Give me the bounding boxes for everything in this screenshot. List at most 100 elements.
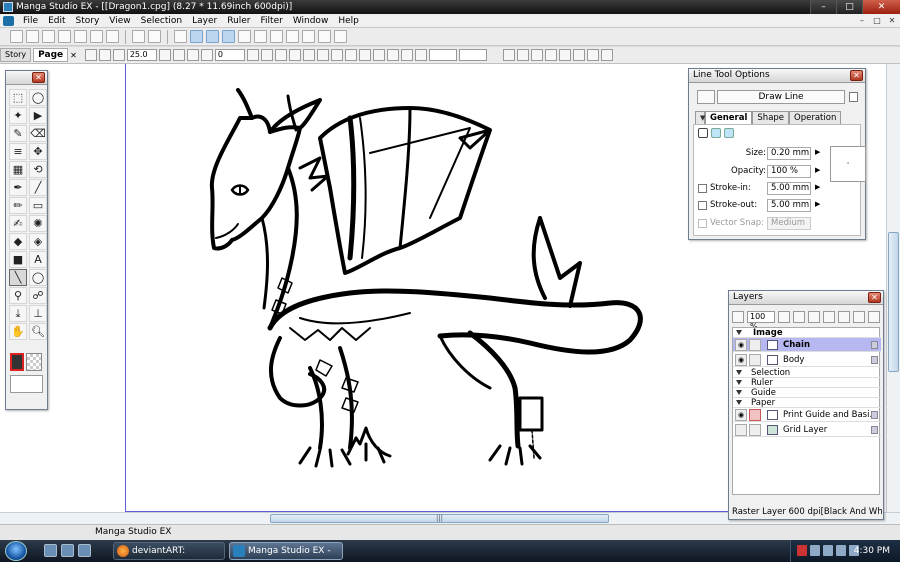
blank-field[interactable] — [428, 49, 457, 61]
view-mode-1-icon[interactable] — [190, 30, 203, 43]
grid-d-icon[interactable] — [586, 49, 599, 61]
layer-option-icon[interactable] — [871, 356, 878, 364]
fit-width-icon[interactable] — [288, 49, 301, 61]
tab-page-close-icon[interactable]: ✕ — [70, 51, 77, 60]
line-mode-select[interactable]: Draw Line — [717, 90, 845, 104]
zoom-value-field[interactable]: 25.0 — [126, 49, 157, 61]
zoom-out-icon[interactable] — [112, 49, 125, 61]
marker-tool-icon[interactable]: ╱ — [29, 179, 47, 196]
new-folder-icon[interactable] — [808, 310, 820, 323]
layers-close-icon[interactable]: ✕ — [868, 292, 881, 303]
tab-page[interactable]: Page — [33, 48, 69, 62]
menu-ruler[interactable]: Ruler — [222, 16, 255, 26]
brush-tool-icon[interactable]: ✍ — [9, 215, 27, 232]
media-player-icon[interactable] — [78, 544, 91, 557]
vector-snap-checkbox[interactable] — [698, 219, 707, 228]
menu-filter[interactable]: Filter — [256, 16, 288, 26]
angle-value-field[interactable]: 0 — [214, 49, 245, 61]
doc-minimize-button[interactable]: – — [856, 15, 868, 26]
grid-b-icon[interactable] — [558, 49, 571, 61]
palette-icon[interactable] — [302, 30, 315, 43]
new-layer-icon[interactable] — [793, 310, 805, 323]
tab-operation[interactable]: Operation — [789, 111, 842, 124]
tray-mail-icon[interactable] — [797, 545, 807, 556]
layer-row-print-guide[interactable]: ◉ Print Guide and Basi... — [733, 408, 881, 422]
menu-selection[interactable]: Selection — [136, 16, 187, 26]
tray-volume-icon[interactable] — [836, 545, 846, 556]
stroke-in-arrow-icon[interactable]: ▶ — [815, 183, 820, 191]
tab-shape[interactable]: Shape — [752, 111, 790, 124]
vertical-scroll-thumb[interactable] — [888, 232, 899, 372]
tab-story[interactable]: Story — [0, 48, 32, 62]
page-icon[interactable] — [172, 49, 185, 61]
flip-h-icon[interactable] — [260, 49, 273, 61]
perspective-icon[interactable] — [530, 49, 543, 61]
doc-restore-button[interactable]: □ — [871, 15, 883, 26]
zoom-tool-icon[interactable]: 🔍︎ — [29, 323, 47, 340]
clock[interactable]: 4:30 PM — [854, 540, 890, 562]
copy-icon[interactable] — [74, 30, 87, 43]
tip-brush-icon[interactable] — [724, 128, 734, 138]
tone-tool-icon[interactable]: ▦ — [9, 161, 27, 178]
shrink-icon[interactable] — [358, 49, 371, 61]
cut-icon[interactable] — [58, 30, 71, 43]
move-tool-icon[interactable]: ✥ — [29, 143, 47, 160]
merge-layer-icon[interactable] — [838, 310, 850, 323]
object-selector-icon[interactable]: ▶ — [29, 107, 47, 124]
stroke-out-checkbox[interactable] — [698, 201, 707, 210]
new-icon[interactable] — [10, 30, 23, 43]
expand-icon[interactable] — [736, 400, 742, 405]
tray-network-icon[interactable] — [810, 545, 820, 556]
flip-v-icon[interactable] — [274, 49, 287, 61]
pencil-tool-icon[interactable]: ✏ — [9, 197, 27, 214]
fill-tool-icon[interactable]: ◆ — [9, 233, 27, 250]
doc-close-button[interactable]: ✕ — [886, 15, 898, 26]
eraser-tool-icon[interactable]: ▭ — [29, 197, 47, 214]
ruler-snap-icon[interactable] — [400, 49, 413, 61]
grid-e-icon[interactable] — [600, 49, 613, 61]
redo-icon[interactable] — [148, 30, 161, 43]
layer-group-paper[interactable]: Paper — [733, 398, 881, 408]
transparent-color-swatch[interactable] — [26, 353, 42, 371]
layer-menu-icon[interactable] — [868, 310, 880, 323]
pattern-fill-icon[interactable]: ◈ — [29, 233, 47, 250]
ruler-icon[interactable] — [254, 30, 267, 43]
fit-page-icon[interactable] — [84, 49, 97, 61]
print-icon[interactable] — [174, 30, 187, 43]
tab-collapse-icon[interactable]: ▼ — [695, 111, 705, 124]
layer-option-icon[interactable] — [871, 426, 878, 434]
options-menu-icon[interactable] — [849, 92, 858, 102]
size-input[interactable]: 0.20 mm — [767, 147, 811, 160]
line-width-icon[interactable]: ≡ — [9, 143, 27, 160]
rotate-icon[interactable] — [186, 49, 199, 61]
horizontal-scroll-thumb[interactable]: ||| — [270, 514, 609, 523]
layer-row-grid[interactable]: Grid Layer — [733, 423, 881, 437]
delete-layer-icon[interactable] — [853, 310, 865, 323]
marquee-tool-icon[interactable]: ⬚ — [9, 89, 27, 106]
opacity-arrow-icon[interactable]: ▶ — [815, 166, 820, 174]
expand-icon[interactable] — [736, 380, 742, 385]
vector-snap-select[interactable]: Medium — [767, 217, 811, 230]
clear-icon[interactable] — [106, 30, 119, 43]
gradient-tool-icon[interactable]: ■ — [9, 251, 27, 268]
line-tool-options-close-icon[interactable]: ✕ — [850, 70, 863, 81]
line-mode-icon[interactable] — [697, 90, 715, 104]
layer-opacity-field[interactable]: 100 % — [747, 310, 775, 331]
grid-toggle-icon[interactable] — [372, 49, 385, 61]
menu-window[interactable]: Window — [288, 16, 334, 26]
layer-group-image[interactable]: Image — [733, 328, 881, 338]
background-color-swatch[interactable] — [10, 375, 43, 393]
undo-icon[interactable] — [132, 30, 145, 43]
print-guide-icon[interactable] — [749, 409, 761, 421]
deselect-icon[interactable] — [316, 49, 329, 61]
airbrush-tool-icon[interactable]: ✺ — [29, 215, 47, 232]
grid-icon[interactable] — [238, 30, 251, 43]
stroke-out-input[interactable]: 5.00 mm — [767, 199, 811, 212]
stroke-out-arrow-icon[interactable]: ▶ — [815, 200, 820, 208]
pen-tip-icon[interactable] — [698, 128, 708, 138]
select-all-icon[interactable] — [302, 49, 315, 61]
expand-icon[interactable] — [736, 370, 742, 375]
rotate-ccw-icon[interactable] — [200, 49, 213, 61]
menu-file[interactable]: File — [18, 16, 43, 26]
visibility-eye-icon[interactable]: ◉ — [735, 354, 747, 366]
